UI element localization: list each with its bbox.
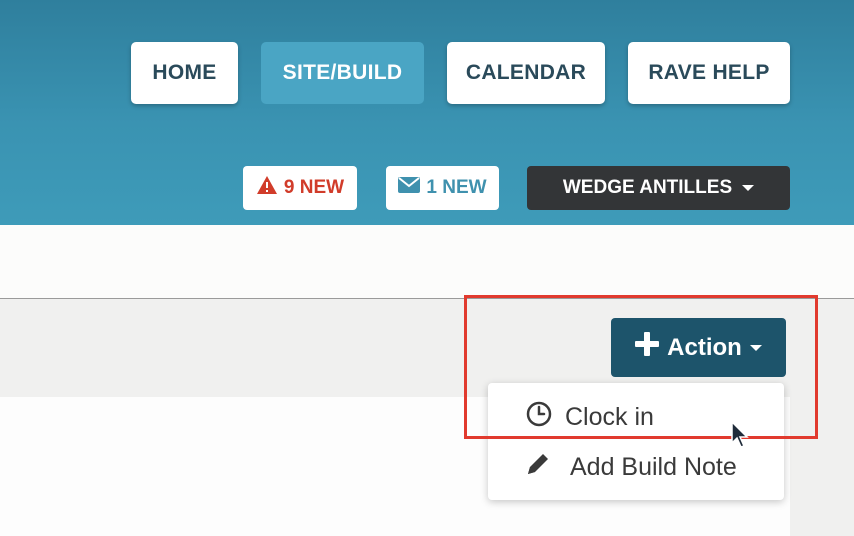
nav-home-button[interactable]: HOME xyxy=(131,42,238,104)
mouse-cursor-icon xyxy=(731,420,751,449)
menu-item-add-build-note[interactable]: Add Build Note xyxy=(488,442,784,492)
header-bar: HOME SITE/BUILD CALENDAR RAVE HELP 9 NEW… xyxy=(0,0,854,225)
user-name: WEDGE ANTILLES xyxy=(562,177,733,198)
action-dropdown-button[interactable]: Action xyxy=(611,318,786,377)
menu-item-label: Clock in xyxy=(565,402,654,431)
action-label: Action xyxy=(667,333,742,361)
alerts-badge[interactable]: 9 NEW xyxy=(243,166,357,210)
envelope-icon xyxy=(398,177,421,199)
nav-rave-help-button[interactable]: RAVE HELP xyxy=(628,42,790,104)
pencil-icon xyxy=(524,450,552,485)
user-menu-button[interactable]: WEDGE ANTILLES xyxy=(527,166,790,210)
page-toolbar-area xyxy=(0,225,854,298)
messages-count: 1 NEW xyxy=(426,177,487,198)
messages-badge[interactable]: 1 NEW xyxy=(386,166,499,210)
warning-triangle-icon xyxy=(256,175,278,201)
alerts-count: 9 NEW xyxy=(283,177,345,198)
chevron-down-icon xyxy=(742,185,755,191)
plus-icon xyxy=(635,332,660,363)
clock-icon xyxy=(526,401,552,434)
menu-item-label: Add Build Note xyxy=(570,452,737,481)
chevron-down-icon xyxy=(749,344,762,351)
nav-site-build-button[interactable]: SITE/BUILD xyxy=(261,42,424,104)
nav-calendar-button[interactable]: CALENDAR xyxy=(447,42,605,104)
